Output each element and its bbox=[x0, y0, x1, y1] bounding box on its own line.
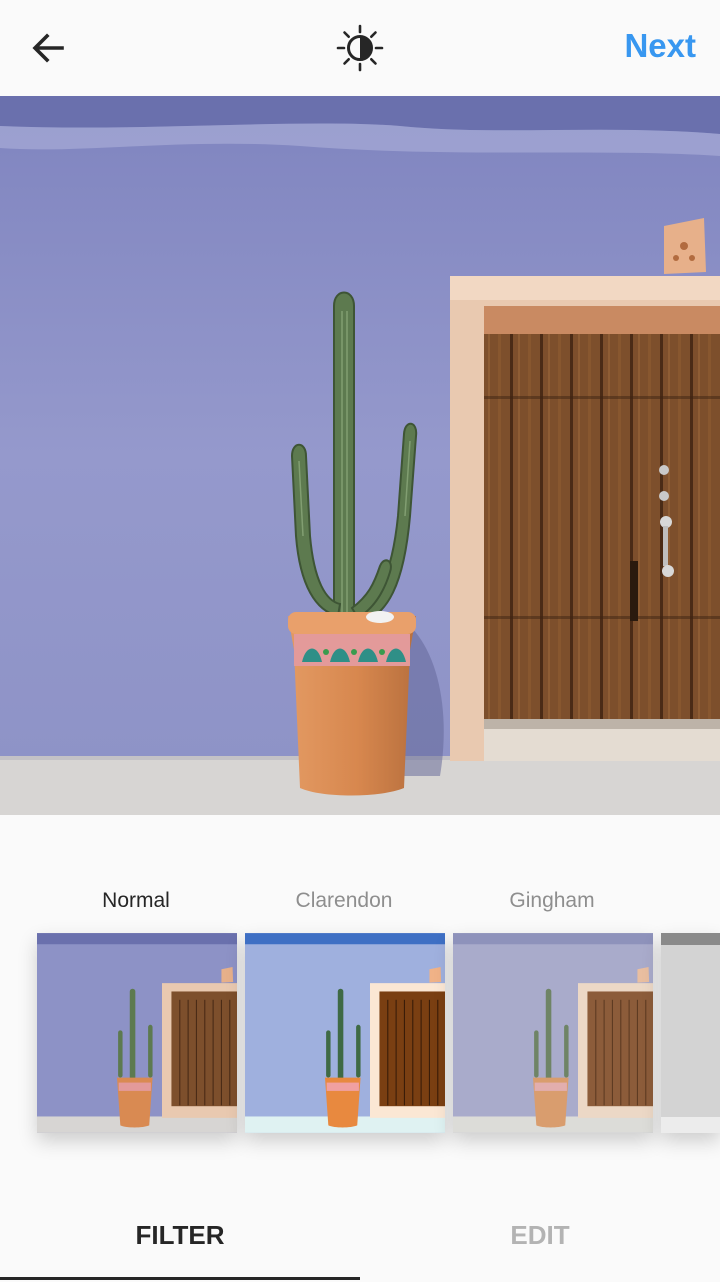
bottom-tab-bar: FILTER EDIT bbox=[0, 1188, 720, 1280]
filter-thumb-next[interactable] bbox=[661, 933, 720, 1133]
filter-thumb-image bbox=[453, 933, 653, 1133]
lux-brightness-icon bbox=[336, 24, 384, 72]
lux-button[interactable] bbox=[334, 22, 386, 74]
tab-filter[interactable]: FILTER bbox=[0, 1188, 360, 1280]
filter-thumb-image bbox=[661, 933, 720, 1133]
filter-thumb-normal[interactable] bbox=[37, 933, 237, 1133]
photo-image bbox=[0, 96, 720, 815]
filter-thumb-clarendon[interactable] bbox=[245, 933, 445, 1133]
filter-label-clarendon[interactable]: Clarendon bbox=[240, 886, 448, 916]
filter-label-normal[interactable]: Normal bbox=[32, 886, 240, 916]
next-button[interactable]: Next bbox=[624, 24, 696, 68]
back-button[interactable] bbox=[22, 22, 74, 74]
top-bar: Next bbox=[0, 0, 720, 96]
arrow-left-icon bbox=[32, 33, 64, 63]
filter-thumb-gingham[interactable] bbox=[453, 933, 653, 1133]
filter-label-gingham[interactable]: Gingham bbox=[448, 886, 656, 916]
filter-thumb-image bbox=[37, 933, 237, 1133]
filter-thumb-image bbox=[245, 933, 445, 1133]
photo-preview[interactable] bbox=[0, 96, 720, 815]
tab-edit[interactable]: EDIT bbox=[360, 1188, 720, 1280]
